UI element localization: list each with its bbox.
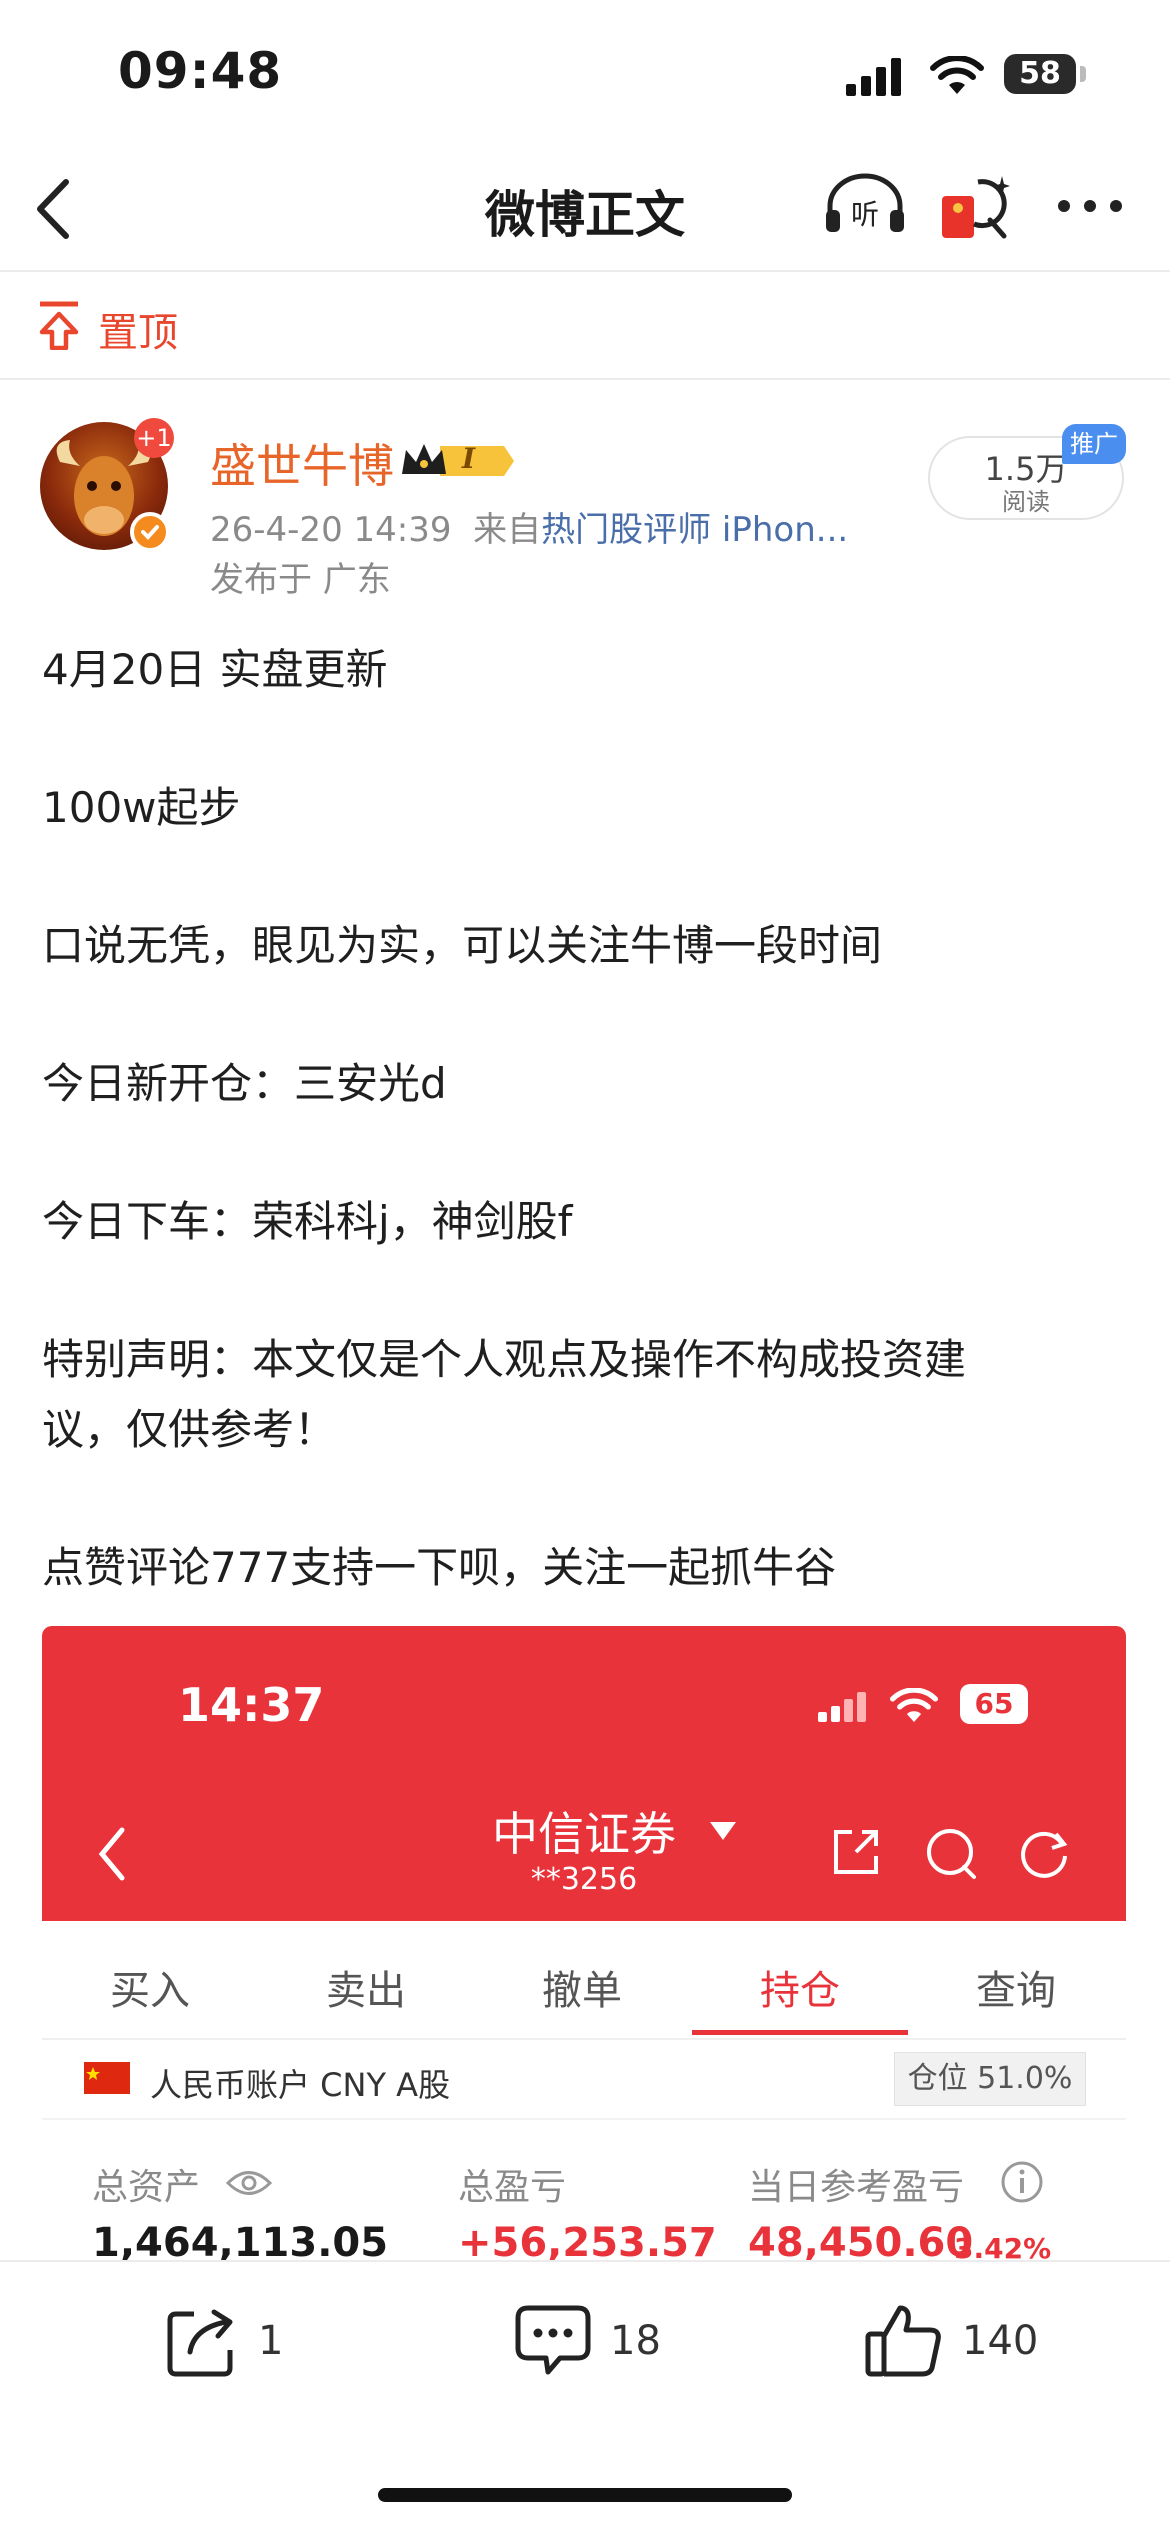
signal-icon [846,58,901,96]
total-pnl-label: 总盈亏 [458,2167,567,2208]
position-ratio: 仓位 51.0% [894,2052,1086,2106]
svg-text:听: 听 [851,198,879,231]
active-tab-indicator [692,2030,908,2035]
read-label: 阅读 [1002,488,1050,516]
image-dropdown-icon [710,1822,736,1840]
eye-icon [226,2171,272,2195]
promoted-tag: 推广 [1062,424,1126,464]
image-tab-cancel: 撤单 [542,1968,622,2014]
account-type: 人民币账户 CNY A股 [150,2066,451,2104]
image-tab-sell: 卖出 [326,1968,406,2014]
image-battery-icon: 65 [960,1684,1028,1724]
image-wifi-icon [890,1688,938,1722]
vip-level-badge: I [400,438,516,488]
image-status-time: 14:37 [178,1678,325,1732]
post-text-line: 口说无凭，眼见为实，可以关注牛博一段时间 [42,921,883,970]
post-text-line: 4月20日 实盘更新 [42,645,388,694]
vip-level-text: I [462,442,476,475]
image-tab-query: 查询 [976,1968,1056,2014]
post-text-line: 议，仅供参考！ [42,1405,337,1454]
avatar-badge: +1 [134,418,174,458]
listen-icon[interactable]: 听 [820,172,910,238]
home-indicator [378,2488,792,2502]
post-text-line: 今日下车：荣科科j，神剑股f [42,1197,573,1246]
image-search-icon [927,1829,976,1879]
red-packet-icon[interactable] [938,172,1012,242]
image-tab-holdings: 持仓 [760,1968,840,2014]
verified-icon [130,512,170,552]
post-text-line: 特别声明：本文仅是个人观点及操作不构成投资建 [42,1335,967,1384]
daily-pnl-percent: 3.42% [954,2232,1052,2260]
image-tab-buy: 买入 [110,1968,190,2014]
repost-icon[interactable] [164,2306,240,2378]
post-image[interactable]: 14:37 65 中信证券 **3256 买入 卖出 撤单 持仓 查询 人民币账… [42,1626,1126,2260]
total-assets-label: 总资产 [92,2167,201,2208]
post-text-line: 100w起步 [42,783,241,832]
info-icon [1001,2161,1043,2203]
wifi-icon [930,56,984,94]
post-location: 发布于 广东 [210,560,391,600]
daily-pnl-label: 当日参考盈亏 [748,2167,965,2208]
nav-divider [0,270,1170,272]
battery-icon: 58 [1004,54,1076,94]
post-source-link[interactable]: 热门股评师 iPhon... [541,510,848,550]
image-signal-icon [818,1692,866,1722]
post-date: 26-4-20 14:39 [210,510,452,550]
image-divider [42,2038,1126,2040]
like-icon[interactable] [864,2300,944,2380]
more-icon[interactable] [1054,196,1126,216]
pinned-label: 置顶 [98,310,178,356]
pin-top-icon [39,301,79,350]
source-prefix: 来自 [473,510,542,550]
china-flag-icon [84,2062,130,2094]
like-count[interactable]: 140 [962,2318,1038,2364]
comment-icon[interactable] [514,2302,592,2378]
image-share-icon [834,1830,878,1874]
total-pnl-value: +56,253.57 [458,2220,717,2260]
image-divider [42,2118,1126,2120]
image-refresh-icon [1021,1831,1068,1878]
author-name[interactable]: 盛世牛博 [210,430,394,496]
status-time: 09:48 [118,42,283,100]
post-meta: 26-4-20 14:39 来自热门股评师 iPhon... [210,502,848,551]
comment-count[interactable]: 18 [610,2318,661,2364]
battery-cap [1080,66,1086,82]
post-text-line: 点赞评论777支持一下呗，关注一起抓牛谷 [42,1543,837,1592]
daily-pnl-value: 48,450.60 [748,2220,974,2260]
pinned-divider [0,378,1170,380]
total-assets-value: 1,464,113.05 [92,2220,389,2260]
post-text-line: 今日新开仓：三安光d [42,1059,447,1108]
repost-count[interactable]: 1 [258,2318,283,2364]
